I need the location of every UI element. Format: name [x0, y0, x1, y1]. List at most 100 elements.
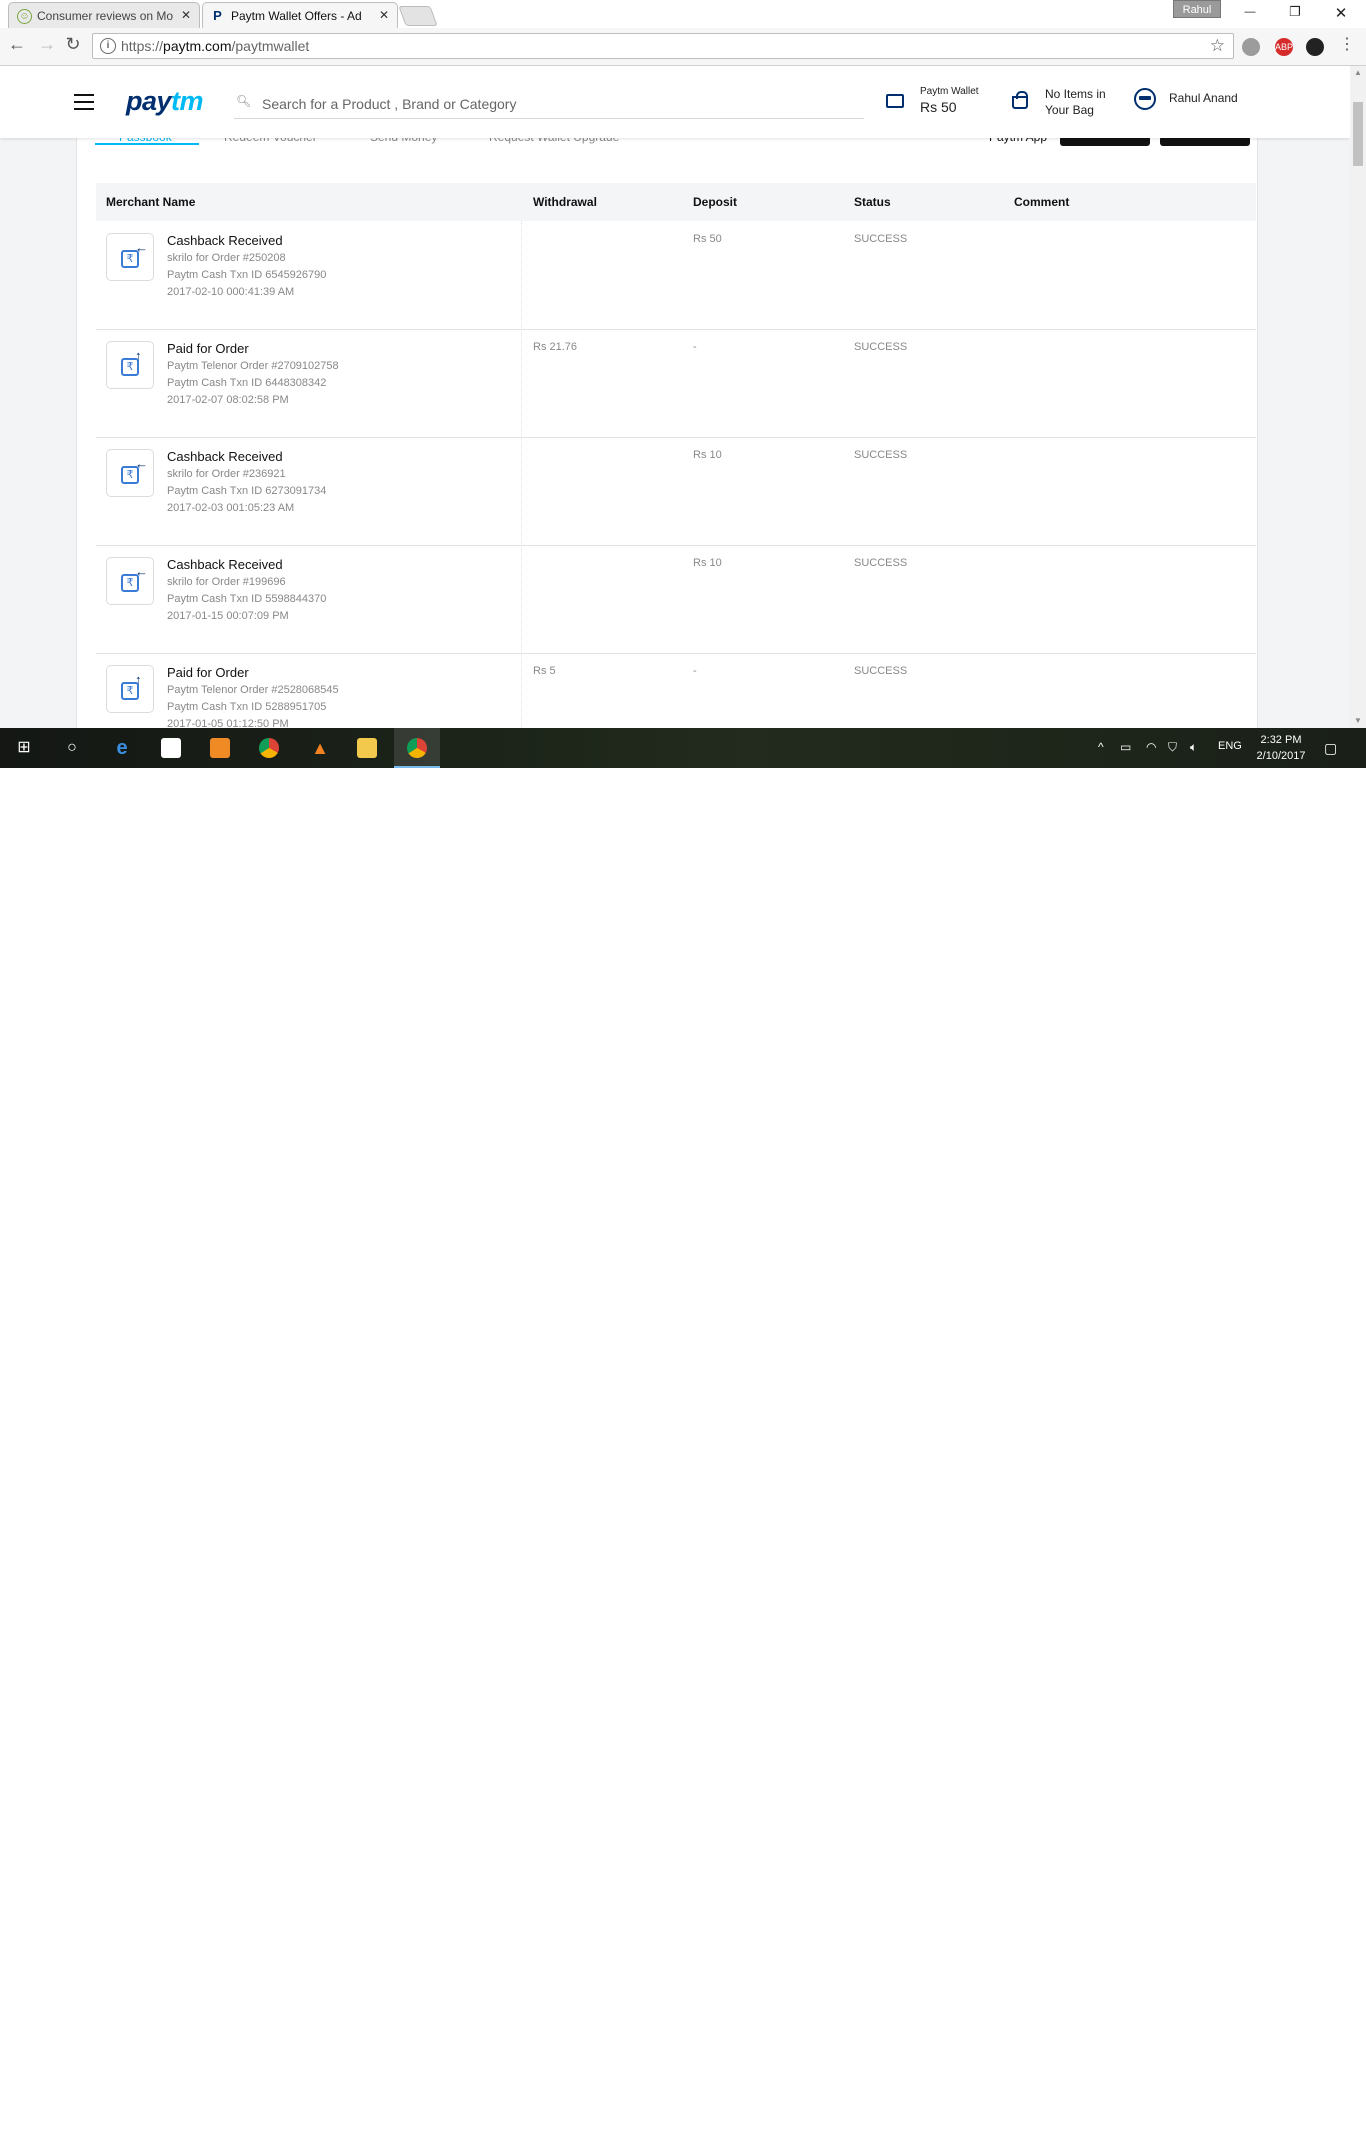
txn-date: 2017-02-03 001:05:23 AM	[167, 502, 295, 514]
site-info-icon[interactable]: i	[100, 38, 116, 54]
tab-paytm-wallet[interactable]: P Paytm Wallet Offers - Ad ✕	[202, 2, 398, 28]
wallet-icon	[886, 94, 904, 108]
clock-time: 2:32 PM	[1260, 734, 1302, 746]
browser-toolbar: ← → ↻ i https://paytm.com/paytmwallet ☆ …	[0, 28, 1366, 66]
adblock-extension-icon[interactable]: ABP	[1275, 38, 1293, 56]
bag-label: No Items in Your Bag	[1045, 87, 1106, 117]
hamburger-menu-icon[interactable]	[74, 94, 94, 110]
txn-deposit: -	[693, 341, 697, 353]
tab-title: Paytm Wallet Offers - Ad	[231, 9, 362, 23]
file-explorer-icon[interactable]	[357, 738, 377, 758]
address-bar[interactable]: i https://paytm.com/paytmwallet ☆	[92, 33, 1234, 59]
mouthshut-favicon-icon: ☺	[17, 9, 32, 24]
table-row: ₹ ← Cashback Received skrilo for Order #1…	[96, 545, 1256, 654]
wallet-summary[interactable]: Paytm Wallet Rs 50	[886, 86, 996, 122]
column-divider	[521, 545, 522, 652]
txn-date: 2017-02-07 08:02:58 PM	[167, 394, 289, 406]
txn-status: SUCCESS	[854, 233, 908, 245]
txn-order: skrilo for Order #236921	[167, 468, 286, 480]
txn-status: SUCCESS	[854, 665, 908, 677]
clock-date: 2/10/2017	[1256, 750, 1306, 762]
txn-deposit: Rs 50	[693, 233, 722, 245]
taskbar-clock[interactable]: 2:32 PM 2/10/2017	[1252, 732, 1310, 764]
txn-order: skrilo for Order #250208	[167, 252, 286, 264]
store-icon[interactable]	[161, 738, 181, 758]
uc-browser-icon[interactable]	[210, 738, 230, 758]
search-bar: 🔍︎	[234, 88, 864, 119]
menu-kebab-icon[interactable]: ⋮	[1336, 34, 1358, 54]
col-comment: Comment	[1014, 195, 1070, 209]
close-tab-icon[interactable]: ✕	[181, 8, 191, 22]
txn-withdrawal: Rs 21.76	[533, 341, 578, 353]
tab-title: Consumer reviews on Mo	[37, 9, 174, 23]
wallet-panel: Passbook Redeem Voucher Send Money Reque…	[76, 86, 1258, 728]
close-tab-icon[interactable]: ✕	[379, 8, 389, 22]
txn-deposit: Rs 10	[693, 557, 722, 569]
table-header: Merchant Name Withdrawal Deposit Status …	[96, 183, 1256, 221]
edge-browser-icon[interactable]: e	[110, 736, 134, 760]
screenshot: ☺ Consumer reviews on Mo ✕ P Paytm Walle…	[0, 0, 1366, 768]
paytm-favicon-icon: P	[213, 8, 222, 23]
action-center-icon[interactable]: ▢	[1324, 740, 1337, 757]
scrollbar-thumb[interactable]	[1353, 102, 1363, 166]
incognito-extension-icon[interactable]	[1306, 38, 1324, 56]
extension-gray-icon[interactable]	[1242, 38, 1260, 56]
page-scrollbar[interactable]: ▲ ▼	[1350, 66, 1366, 728]
bag-summary[interactable]: No Items in Your Bag	[1010, 86, 1120, 122]
payment-icon: ₹ ↑	[106, 341, 154, 389]
table-row: ₹ ↑ Paid for Order Paytm Telenor Order #2…	[96, 653, 1256, 728]
bookmark-star-icon[interactable]: ☆	[1210, 36, 1225, 56]
col-status: Status	[854, 195, 891, 209]
col-deposit: Deposit	[693, 195, 738, 209]
user-menu[interactable]: Rahul Anand	[1134, 88, 1254, 118]
txn-status: SUCCESS	[854, 557, 908, 569]
paytm-logo[interactable]: paytm	[126, 86, 204, 117]
txn-id: Paytm Cash Txn ID 6273091734	[167, 485, 327, 497]
language-indicator[interactable]: ENG	[1218, 740, 1242, 752]
defender-icon[interactable]: ⛉	[1168, 740, 1177, 755]
wallet-label: Paytm Wallet	[920, 86, 979, 97]
txn-id: Paytm Cash Txn ID 6448308342	[167, 377, 327, 389]
wifi-icon[interactable]: ◠	[1146, 740, 1156, 754]
txn-date: 2017-01-15 00:07:09 PM	[167, 610, 289, 622]
back-arrow-icon[interactable]: ←	[6, 34, 28, 55]
cortana-search-icon[interactable]: ○	[60, 736, 84, 760]
scroll-down-arrow-icon[interactable]: ▼	[1354, 716, 1362, 725]
profile-button[interactable]: Rahul	[1173, 0, 1221, 18]
txn-deposit: -	[693, 665, 697, 677]
reload-icon[interactable]: ↻	[62, 34, 84, 55]
restore-button[interactable]: ❐	[1280, 4, 1310, 20]
tab-consumer-reviews[interactable]: ☺ Consumer reviews on Mo ✕	[8, 2, 200, 28]
column-divider	[521, 329, 522, 436]
scroll-up-arrow-icon[interactable]: ▲	[1354, 68, 1362, 77]
volume-icon[interactable]: 🔈︎	[1190, 740, 1197, 755]
txn-date: 2017-02-10 000:41:39 AM	[167, 286, 295, 298]
battery-icon[interactable]: ▭	[1120, 740, 1131, 754]
search-input[interactable]	[260, 90, 854, 118]
tray-chevron-icon[interactable]: ^	[1098, 740, 1104, 754]
cashback-icon: ₹ ←	[106, 449, 154, 497]
txn-date: 2017-01-05 01:12:50 PM	[167, 718, 289, 728]
tab-strip: ☺ Consumer reviews on Mo ✕ P Paytm Walle…	[0, 0, 1366, 29]
minimize-button[interactable]: —	[1235, 6, 1265, 18]
txn-id: Paytm Cash Txn ID 5598844370	[167, 593, 327, 605]
close-window-button[interactable]: ✕	[1326, 4, 1356, 22]
url-path: /paytmwallet	[231, 38, 310, 54]
windows-start-icon[interactable]: ⊞	[12, 736, 36, 760]
windows-taskbar: ⊞ ○ e ▲ ^ ▭ ◠ ⛉ 🔈︎ ENG 2:32 PM 2/10/2017…	[0, 728, 1366, 768]
txn-status: SUCCESS	[854, 449, 908, 461]
txn-deposit: Rs 10	[693, 449, 722, 461]
new-tab-button[interactable]	[398, 6, 438, 26]
user-name: Rahul Anand	[1169, 91, 1238, 105]
col-withdrawal: Withdrawal	[533, 195, 597, 209]
chrome-active-icon[interactable]	[407, 738, 427, 758]
search-icon[interactable]: 🔍︎	[236, 94, 251, 108]
txn-order: Paytm Telenor Order #2709102758	[167, 360, 339, 372]
txn-order: Paytm Telenor Order #2528068545	[167, 684, 339, 696]
chrome-icon[interactable]	[259, 738, 279, 758]
url-scheme: https://	[121, 38, 164, 54]
txn-withdrawal: Rs 5	[533, 665, 556, 677]
forward-arrow-icon[interactable]: →	[36, 34, 58, 55]
vlc-icon[interactable]: ▲	[308, 736, 332, 760]
txn-status: SUCCESS	[854, 341, 908, 353]
